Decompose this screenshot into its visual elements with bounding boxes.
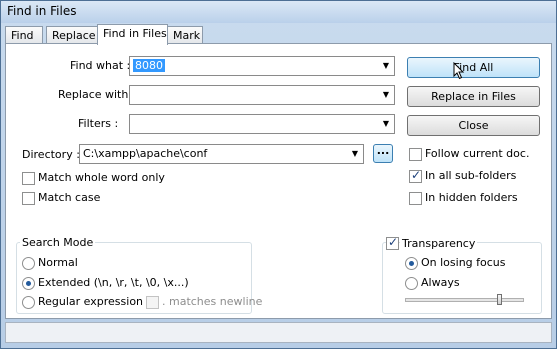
tab-find-in-files[interactable]: Find in Files [97,24,168,45]
chevron-down-icon[interactable]: ▼ [378,115,394,133]
match-whole-word-label: Match whole word only [38,171,165,184]
filters-combo[interactable]: ▼ [129,114,395,134]
regular-expression-label: Regular expression [38,295,144,308]
match-case-checkbox[interactable] [22,192,35,205]
replace-with-combo[interactable]: ▼ [129,85,395,105]
tab-mark[interactable]: Mark [167,26,203,44]
directory-combo[interactable]: C:\xampp\apache\conf ▼ [79,144,364,164]
search-mode-title: Search Mode [20,236,96,249]
in-all-subfolders-checkbox[interactable] [409,168,422,183]
follow-current-doc-label: Follow current doc. [425,147,530,160]
transparency-slider-thumb[interactable] [497,294,503,305]
window-title: Find in Files [7,4,77,18]
extended-label: Extended (\n, \r, \t, \0, \x...) [38,276,189,289]
directory-value: C:\xampp\apache\conf [83,147,208,160]
follow-current-doc-checkbox[interactable] [409,148,422,161]
replace-in-files-button[interactable]: Replace in Files [407,86,540,107]
normal-label: Normal [38,256,78,269]
find-all-button[interactable]: Find All [407,57,540,78]
in-all-subfolders-label: In all sub-folders [425,169,517,182]
in-hidden-folders-checkbox[interactable] [409,192,422,205]
extended-radio[interactable] [22,277,35,290]
browse-directory-button[interactable]: ... [373,144,393,163]
matches-newline-label: . matches newline [162,295,263,308]
status-bar [5,322,552,343]
chevron-down-icon[interactable]: ▼ [378,57,394,75]
find-what-combo[interactable]: 8080 ▼ [129,56,395,76]
chevron-down-icon[interactable]: ▼ [347,145,363,163]
find-what-label: Find what : [70,59,131,72]
match-whole-word-checkbox[interactable] [22,172,35,185]
close-button[interactable]: Close [407,115,540,136]
mouse-cursor-icon [453,62,465,80]
on-losing-focus-label: On losing focus [421,256,506,269]
always-label: Always [421,276,460,289]
directory-label: Directory : [22,148,80,161]
find-in-files-panel: Find what : 8080 ▼ Replace with : ▼ Filt… [5,43,552,319]
filters-label: Filters : [78,117,119,130]
find-in-files-dialog: Find in Files Find Replace Find in Files… [0,0,557,349]
chevron-down-icon[interactable]: ▼ [378,86,394,104]
find-what-value: 8080 [133,59,165,72]
transparency-label: Transparency [400,237,478,250]
in-hidden-folders-label: In hidden folders [425,191,518,204]
always-radio[interactable] [405,277,418,290]
transparency-checkbox[interactable] [386,235,399,250]
match-case-label: Match case [38,191,101,204]
regular-expression-radio[interactable] [22,296,35,309]
title-bar[interactable]: Find in Files [1,1,556,23]
tab-replace[interactable]: Replace [46,26,98,44]
replace-with-label: Replace with : [58,88,136,101]
on-losing-focus-radio[interactable] [405,257,418,270]
normal-radio[interactable] [22,257,35,270]
transparency-slider-track[interactable] [405,298,524,302]
tab-find[interactable]: Find [5,26,43,44]
matches-newline-checkbox[interactable] [146,296,159,309]
